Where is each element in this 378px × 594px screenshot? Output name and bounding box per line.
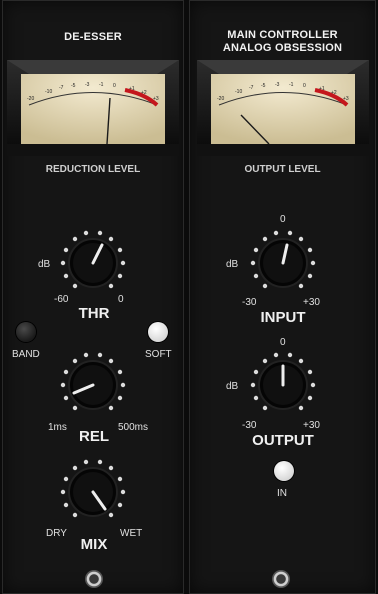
de-esser-title: DE-ESSER [64,31,122,43]
svg-text:-5: -5 [261,83,266,89]
input-unit-label: dB [226,259,239,270]
mix-min-label: DRY [46,528,67,539]
svg-text:-10: -10 [235,89,242,95]
svg-text:-5: -5 [71,83,76,89]
mix-knob[interactable] [58,457,128,527]
output-max-label: +30 [303,420,320,431]
svg-text:0: 0 [113,83,116,89]
main-title-line2: ANALOG OBSESSION [222,42,343,54]
reduction-level-label: REDUCTION LEVEL [45,164,141,175]
thr-knob[interactable] [58,228,128,298]
soft-label: SOFT [145,349,172,360]
input-max-label: +30 [303,297,320,308]
screw-icon [85,570,103,588]
screw-icon [272,570,290,588]
output-vu-meter: -20 -10 -7 -5 -3 -1 0 +1 +2 +3 [197,60,369,156]
svg-text:-20: -20 [217,96,224,102]
svg-text:+3: +3 [153,96,159,102]
in-label: IN [277,488,287,499]
in-button[interactable] [274,461,294,481]
svg-text:0: 0 [303,83,306,89]
main-controller-panel: MAIN CONTROLLER ANALOG OBSESSION -20 -10-… [189,0,376,594]
svg-text:-7: -7 [249,85,254,91]
mix-name: MIX [80,536,108,553]
band-label: BAND [12,349,40,360]
input-min-label: -30 [242,297,257,308]
band-button[interactable] [16,322,36,342]
output-unit-label: dB [226,381,239,392]
svg-text:+2: +2 [141,90,147,96]
svg-text:+1: +1 [319,86,325,92]
rel-knob[interactable] [58,350,128,420]
thr-min-label: -60 [54,294,69,305]
output-min-label: -30 [242,420,257,431]
svg-text:-1: -1 [289,82,294,88]
thr-name: THR [78,305,110,322]
svg-text:+1: +1 [129,86,135,92]
input-name: INPUT [260,309,306,326]
rel-min-label: 1ms [48,422,67,433]
thr-max-label: 0 [118,294,124,305]
svg-text:-20: -20 [27,96,34,102]
thr-unit-label: dB [38,259,51,270]
output-top-label: 0 [280,337,286,348]
de-esser-panel: DE-ESSER -20 -10 -7 -5 -3 -1 0 +1 +2 +3 REDUCTI… [2,0,184,594]
rel-max-label: 500ms [118,422,149,433]
svg-text:+2: +2 [331,90,337,96]
svg-text:-10: -10 [45,89,52,95]
svg-text:+3: +3 [343,96,349,102]
output-name: OUTPUT [252,432,314,449]
main-title-line1: MAIN CONTROLLER [227,29,338,41]
svg-text:-3: -3 [85,82,90,88]
mix-max-label: WET [120,528,143,539]
input-top-label: 0 [280,214,286,225]
svg-text:-3: -3 [275,82,280,88]
input-knob[interactable] [248,228,318,298]
output-level-label: OUTPUT LEVEL [244,164,321,175]
svg-text:-7: -7 [59,85,64,91]
reduction-vu-meter: -20 -10 -7 -5 -3 -1 0 +1 +2 +3 [7,60,179,156]
output-knob[interactable] [248,350,318,420]
rel-name: REL [79,428,109,445]
soft-button[interactable] [148,322,168,342]
svg-text:-1: -1 [99,82,104,88]
